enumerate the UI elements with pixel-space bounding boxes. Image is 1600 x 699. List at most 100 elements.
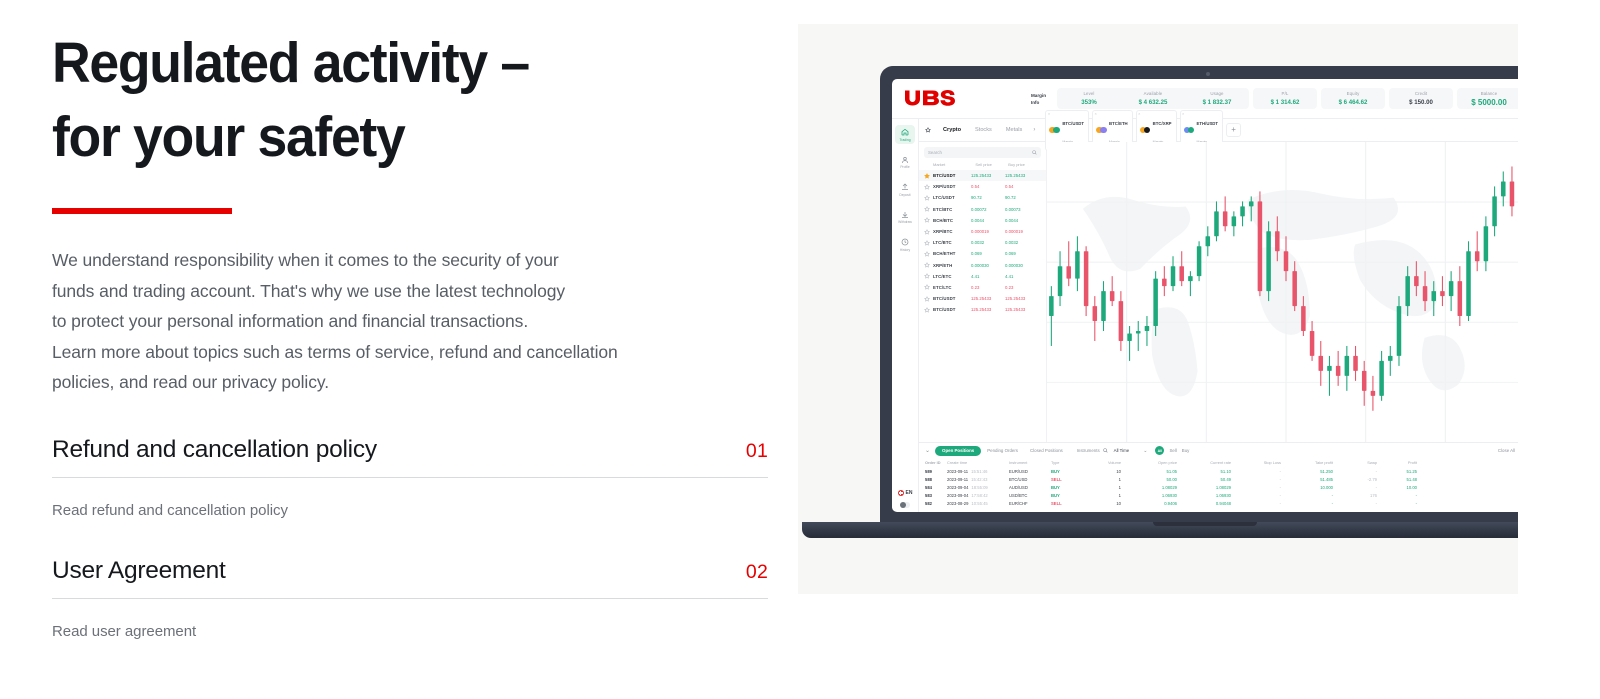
add-instrument-button[interactable]: + [1226, 123, 1242, 137]
sidebar-item-trading[interactable]: Trading [895, 125, 915, 144]
watchlist-row[interactable]: ETC/BTC 0.00072 0.00073 [919, 204, 1046, 215]
cell-profit: 51.48 [1406, 476, 1417, 482]
watchlist-buy-price: 0.00073 [1005, 206, 1021, 212]
watchlist-row[interactable]: BTC/USDT 125.25433 125.25433 [919, 293, 1046, 304]
watchlist-market: BTC/USDT [933, 307, 956, 313]
watchlist-row[interactable]: XRP/ETH 0.000030 0.000030 [919, 260, 1046, 271]
cell-order-id: 589 [925, 468, 932, 474]
favorite-star-icon[interactable] [924, 250, 930, 257]
watchlist-sell-price: 0.069 [971, 251, 982, 257]
watchlist-row[interactable]: LTC/USDT 90.72 90.72 [919, 192, 1046, 203]
instruments-label: Instruments [1076, 448, 1100, 454]
language-selector[interactable]: EN [892, 490, 918, 496]
col-order-id: Order ID [925, 460, 941, 466]
cell-stop-loss: - [1279, 501, 1281, 507]
favorite-star-icon[interactable] [924, 262, 930, 268]
table-row[interactable]: 582 2023-08-29 10:55:45 EUR/CHF SELL 10 0.9406… [925, 500, 1518, 508]
sidebar-item-withdraw[interactable]: Withdraw [895, 208, 915, 227]
accordion-number: 01 [745, 439, 768, 462]
page-title-line-1: Regulated activity – [52, 31, 530, 95]
tab-stocks[interactable]: Stocks [968, 127, 999, 133]
favorite-star-icon[interactable] [924, 239, 930, 246]
table-row[interactable]: 584 2023-09-04 18:55:09 AUD/USD BUY 1 1.08029 1… [925, 483, 1518, 491]
cell-order-id: 584 [925, 485, 932, 491]
home-icon [901, 128, 909, 136]
accordion-link-refund-policy[interactable]: Read refund and cancellation policy [52, 478, 768, 550]
platform-screen: Margin Info Level 353% Available $ 4 632… [892, 79, 1518, 512]
favorite-star-icon[interactable] [924, 284, 930, 291]
close-icon[interactable]: × [1095, 111, 1097, 116]
table-row[interactable]: 588 2023-09-11 15:42:43 BTC/USD SELL 1 50.00 50… [925, 475, 1518, 483]
watchlist-row[interactable]: BCH/ETHT 0.069 0.069 [919, 248, 1046, 259]
filter-buy[interactable]: Buy [1182, 448, 1190, 453]
tab-closed-positions[interactable]: Closed Positions [1024, 448, 1069, 453]
favorite-star-icon[interactable] [924, 295, 930, 302]
cell-instrument: USD/BTC [1009, 493, 1028, 499]
watchlist-row[interactable]: LTC/ETC 4.41 4.41 [919, 271, 1046, 282]
cell-order-id: 588 [925, 476, 932, 482]
cell-swap: - [1375, 501, 1377, 507]
watchlist-row[interactable]: XRP/USDT 0.54 0.54 [919, 181, 1046, 192]
cell-volume: 10 [1116, 468, 1121, 474]
close-icon[interactable]: × [1048, 111, 1050, 116]
language-code: EN [905, 490, 913, 496]
tab-pending-orders[interactable]: Pending Orders [981, 448, 1024, 453]
watchlist-row[interactable]: LTC/BTC 0.0032 0.0032 [919, 237, 1046, 248]
accordion-header-refund-policy[interactable]: Refund and cancellation policy 01 [52, 429, 768, 477]
flag-icon [897, 490, 904, 496]
sidebar-item-history[interactable]: History [895, 235, 915, 254]
col-profit: Profit [1407, 460, 1417, 466]
watchlist-row[interactable]: BTC/USDT 125.25433 125.25433 [919, 304, 1046, 315]
watchlist-row[interactable]: XRP/BTC 0.000019 0.000019 [919, 226, 1046, 237]
watchlist-panel: Search Market Sell price Buy price BTC/U… [919, 142, 1047, 443]
table-row[interactable]: 589 2023-09-11 15:51:46 EUR/USD BUY 10 51.05 51… [925, 467, 1518, 475]
watchlist-market: LTC/USDT [933, 195, 955, 201]
favorite-star-icon[interactable] [924, 228, 930, 235]
accordion-header-user-agreement[interactable]: User Agreement 02 [52, 550, 768, 598]
price-chart[interactable] [1047, 142, 1518, 443]
favorite-star-icon[interactable] [924, 306, 930, 313]
close-all-button[interactable]: Close All [1498, 448, 1518, 453]
deposit-icon [902, 183, 908, 191]
orders-toolbar: ⌄ Open Positions Pending Orders Closed P… [919, 443, 1518, 458]
favorite-star-icon[interactable] [924, 206, 930, 212]
favorite-star-icon[interactable] [924, 172, 930, 179]
watchlist-sell-price: 0.23 [971, 284, 980, 290]
watchlist-sell-price: 0.0044 [971, 217, 985, 223]
watchlist-row[interactable]: BTC/USDT 125.25433 125.25433 [919, 170, 1046, 182]
favorite-star-icon[interactable] [924, 195, 930, 201]
close-icon[interactable]: × [1138, 111, 1140, 116]
accordion-link-user-agreement[interactable]: Read user agreement [52, 599, 768, 671]
watchlist-row[interactable]: BCH/BTC 0.0044 0.0044 [919, 215, 1046, 226]
filter-all[interactable]: All [1155, 446, 1165, 456]
chevron-down-icon[interactable]: ⌄ [925, 447, 930, 454]
favorite-star-icon[interactable] [925, 127, 931, 133]
period-select[interactable]: All Time ⌄ [1114, 448, 1148, 454]
favorite-star-icon[interactable] [924, 183, 930, 190]
cell-take-profit: 51.250 [1320, 468, 1333, 474]
watchlist-search[interactable]: Search [924, 147, 1041, 158]
chevron-right-icon[interactable]: › [1029, 127, 1041, 133]
tab-metals[interactable]: Metals [999, 127, 1029, 133]
favorite-star-icon[interactable] [924, 217, 930, 223]
table-row[interactable]: 583 2023-09-04 17:58:42 USD/BTC BUY 1 1.06930 1… [925, 492, 1518, 500]
tab-open-positions[interactable]: Open Positions [935, 446, 982, 456]
sidebar-item-profile[interactable]: Profile [895, 153, 915, 172]
instruments-search[interactable]: Instruments [1077, 448, 1108, 453]
cell-volume: 1 [1118, 476, 1121, 482]
close-icon[interactable]: × [1182, 111, 1184, 116]
watchlist-market: ETC/LTC [933, 284, 952, 290]
cell-instrument: EUR/CHF [1009, 501, 1028, 507]
orders-panel: ⌄ Open Positions Pending Orders Closed P… [919, 442, 1518, 512]
side-filter: All Sell Buy [1155, 446, 1190, 456]
theme-toggle[interactable] [900, 502, 910, 508]
tab-crypto[interactable]: Crypto [936, 127, 968, 133]
sidebar-item-deposit[interactable]: Deposit [895, 180, 915, 199]
filter-sell[interactable]: Sell [1169, 448, 1176, 453]
chip-pair: BTC/USDT [1062, 121, 1085, 126]
content-column: Regulated activity – for your safety We … [0, 0, 798, 699]
favorite-star-icon[interactable] [924, 273, 930, 279]
history-icon [901, 238, 909, 246]
watchlist-row[interactable]: ETC/LTC 0.23 0.23 [919, 282, 1046, 293]
brand-logo-icon[interactable] [904, 89, 958, 109]
